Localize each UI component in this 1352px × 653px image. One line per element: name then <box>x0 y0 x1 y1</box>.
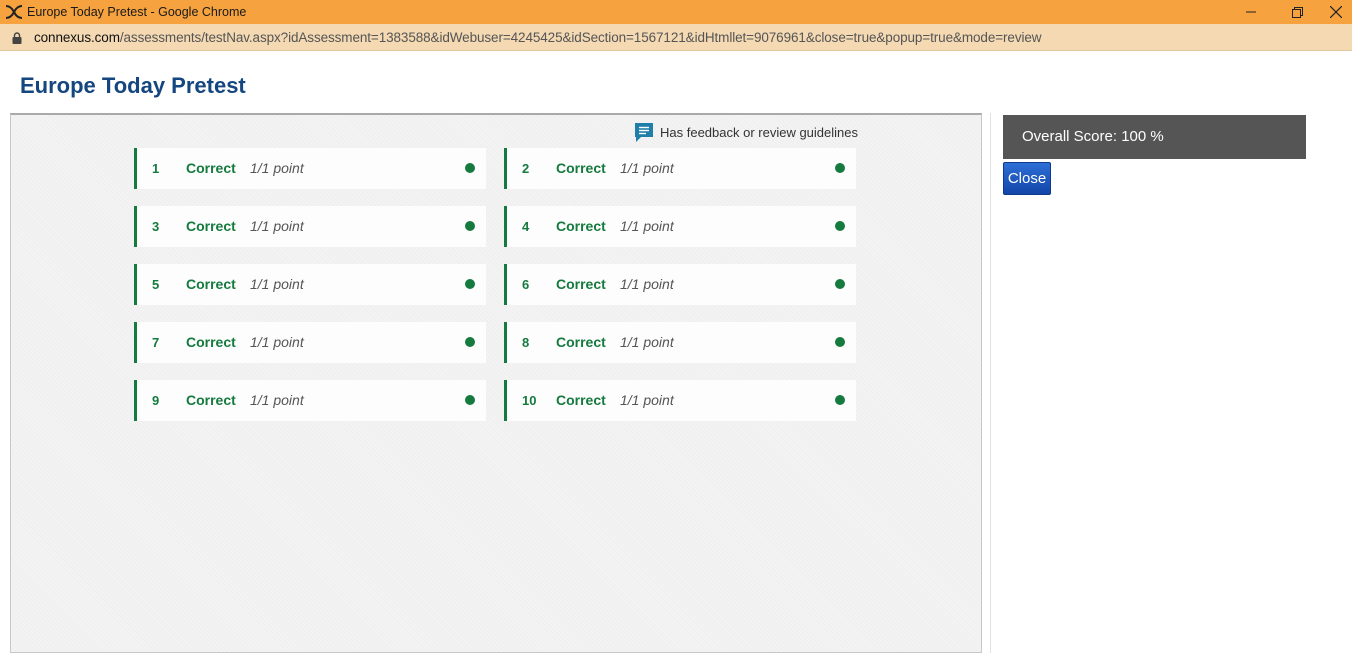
restore-icon <box>1291 6 1303 18</box>
connexus-logo-icon <box>5 4 23 20</box>
question-status: Correct <box>186 276 236 292</box>
url-path: /assessments/testNav.aspx?idAssessment=1… <box>119 30 1042 45</box>
feedback-legend: Has feedback or review guidelines <box>633 121 858 143</box>
question-card-3[interactable]: 3 Correct 1/1 point <box>134 206 486 247</box>
question-card-2[interactable]: 2 Correct 1/1 point <box>504 148 856 189</box>
close-icon <box>1330 6 1342 18</box>
feedback-legend-text: Has feedback or review guidelines <box>660 124 858 140</box>
url-text[interactable]: connexus.com/assessments/testNav.aspx?id… <box>34 30 1042 45</box>
question-points: 1/1 point <box>250 276 304 292</box>
correct-dot-icon <box>465 221 475 231</box>
correct-dot-icon <box>465 279 475 289</box>
question-number: 6 <box>522 277 530 292</box>
question-status: Correct <box>556 160 606 176</box>
question-number: 4 <box>522 219 530 234</box>
question-points: 1/1 point <box>620 334 674 350</box>
question-points: 1/1 point <box>250 218 304 234</box>
question-number: 9 <box>152 393 160 408</box>
page-title: Europe Today Pretest <box>20 73 246 98</box>
lock-icon <box>12 31 22 44</box>
question-status: Correct <box>556 218 606 234</box>
correct-dot-icon <box>835 163 845 173</box>
question-number: 8 <box>522 335 530 350</box>
question-points: 1/1 point <box>620 276 674 292</box>
question-card-10[interactable]: 10 Correct 1/1 point <box>504 380 856 421</box>
question-card-5[interactable]: 5 Correct 1/1 point <box>134 264 486 305</box>
question-status: Correct <box>186 392 236 408</box>
question-number: 3 <box>152 219 160 234</box>
question-points: 1/1 point <box>620 392 674 408</box>
correct-dot-icon <box>465 337 475 347</box>
question-card-4[interactable]: 4 Correct 1/1 point <box>504 206 856 247</box>
overall-score-box: Overall Score: 100 % <box>1003 115 1306 159</box>
correct-dot-icon <box>835 395 845 405</box>
window-titlebar: Europe Today Pretest - Google Chrome <box>0 0 1352 24</box>
minimize-button[interactable] <box>1228 0 1274 24</box>
close-button[interactable]: Close <box>1003 162 1051 195</box>
question-number: 10 <box>522 393 537 408</box>
question-points: 1/1 point <box>250 392 304 408</box>
window-title: Europe Today Pretest - Google Chrome <box>27 5 247 19</box>
question-points: 1/1 point <box>620 160 674 176</box>
question-points: 1/1 point <box>250 160 304 176</box>
question-number: 5 <box>152 277 160 292</box>
correct-dot-icon <box>465 395 475 405</box>
correct-dot-icon <box>835 279 845 289</box>
question-points: 1/1 point <box>620 218 674 234</box>
correct-dot-icon <box>835 221 845 231</box>
feedback-icon <box>633 121 655 143</box>
restore-button[interactable] <box>1274 0 1320 24</box>
minimize-icon <box>1246 7 1256 17</box>
window-close-button[interactable] <box>1320 0 1352 24</box>
url-domain: connexus.com <box>34 30 120 45</box>
question-card-6[interactable]: 6 Correct 1/1 point <box>504 264 856 305</box>
question-card-9[interactable]: 9 Correct 1/1 point <box>134 380 486 421</box>
question-card-7[interactable]: 7 Correct 1/1 point <box>134 322 486 363</box>
address-bar[interactable]: connexus.com/assessments/testNav.aspx?id… <box>0 24 1352 51</box>
question-status: Correct <box>556 334 606 350</box>
question-card-8[interactable]: 8 Correct 1/1 point <box>504 322 856 363</box>
question-status: Correct <box>186 334 236 350</box>
sidebar-divider <box>990 113 991 653</box>
question-number: 2 <box>522 161 530 176</box>
question-status: Correct <box>186 160 236 176</box>
question-number: 1 <box>152 161 160 176</box>
correct-dot-icon <box>835 337 845 347</box>
question-number: 7 <box>152 335 160 350</box>
correct-dot-icon <box>465 163 475 173</box>
question-status: Correct <box>556 276 606 292</box>
question-status: Correct <box>556 392 606 408</box>
question-status: Correct <box>186 218 236 234</box>
overall-score-text: Overall Score: 100 % <box>1022 128 1164 145</box>
question-card-1[interactable]: 1 Correct 1/1 point <box>134 148 486 189</box>
question-points: 1/1 point <box>250 334 304 350</box>
